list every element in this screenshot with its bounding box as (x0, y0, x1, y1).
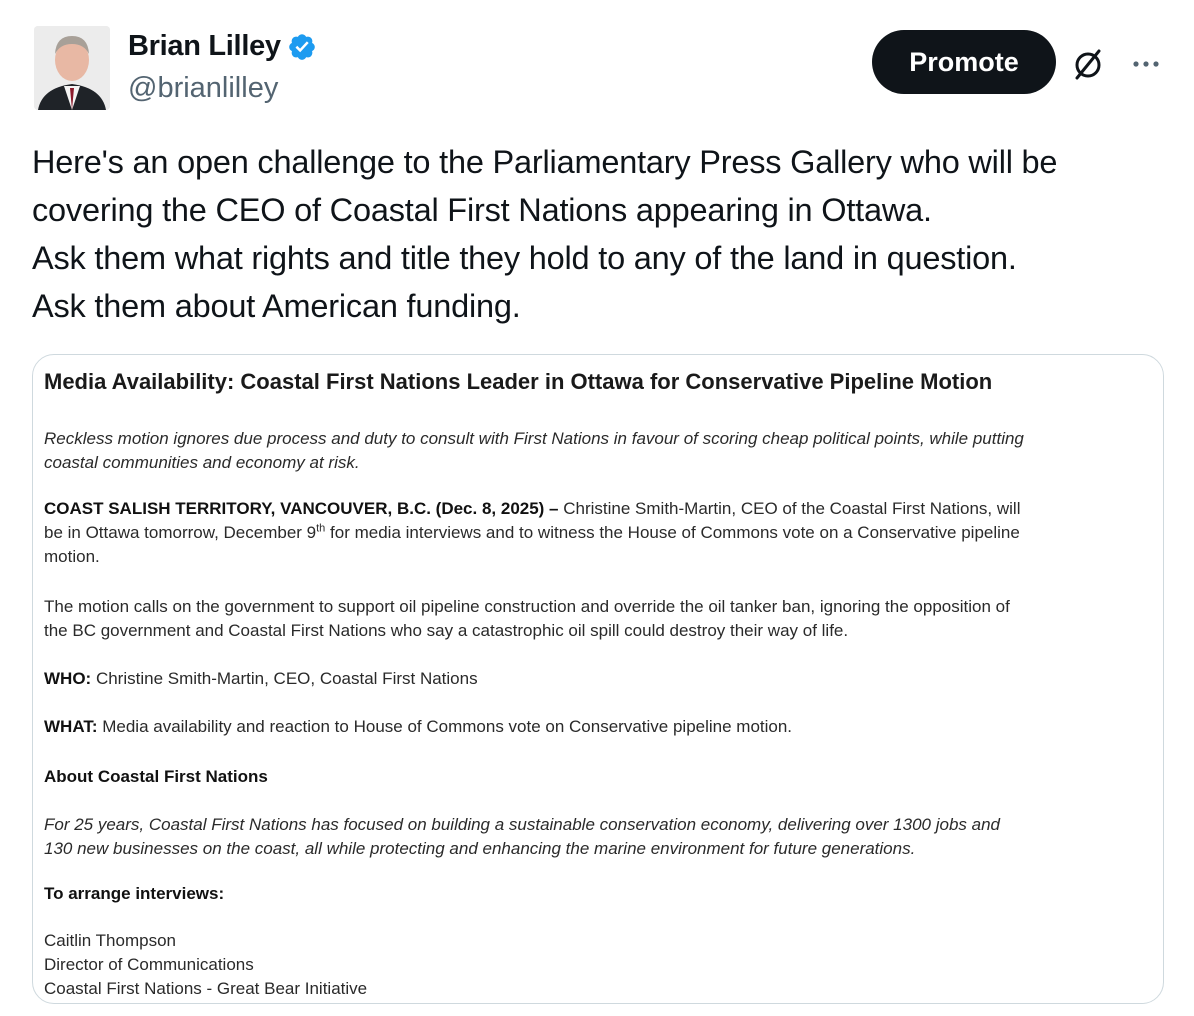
avatar[interactable] (34, 26, 110, 110)
author-handle[interactable]: @brianlilley (128, 72, 278, 105)
avatar-image (34, 26, 110, 110)
tweet-line: Ask them what rights and title they hold… (32, 240, 1017, 276)
tweet-line: Here's an open challenge to the Parliame… (32, 144, 1058, 180)
dateline-bold: COAST SALISH TERRITORY, VANCOUVER, B.C. … (44, 499, 559, 518)
about-heading: About Coastal First Nations (44, 767, 268, 786)
about-line: 130 new businesses on the coast, all whi… (44, 839, 916, 858)
arrange-heading: To arrange interviews: (44, 884, 225, 903)
contact-line: Coastal First Nations - Great Bear Initi… (44, 979, 368, 998)
subtitle-line: coastal communities and economy at risk. (44, 453, 360, 472)
dateline-superscript: th (316, 522, 326, 535)
about-line: For 25 years, Coastal First Nations has … (44, 815, 1001, 834)
tweet-media-image[interactable]: Media Availability: Coastal First Nation… (32, 354, 1164, 1004)
who-value: Christine Smith-Martin, CEO, Coastal Fir… (91, 669, 478, 688)
document-who: WHO: Christine Smith-Martin, CEO, Coasta… (44, 667, 478, 691)
tweet-line: Ask them about American funding. (32, 288, 521, 324)
dateline-text: motion. (44, 547, 100, 566)
tweet-text: Here's an open challenge to the Parliame… (32, 138, 1172, 330)
what-value: Media availability and reaction to House… (97, 717, 793, 736)
contact-line: Caitlin Thompson (44, 931, 176, 950)
motion-line: the BC government and Coastal First Nati… (44, 621, 849, 640)
promote-button[interactable]: Promote (872, 30, 1056, 94)
more-dots-icon[interactable] (1126, 44, 1166, 84)
dateline-text: for media interviews and to witness the … (325, 523, 1020, 542)
author-name-row: Brian Lilley (128, 30, 317, 63)
document-motion-paragraph: The motion calls on the government to su… (44, 595, 1010, 643)
dateline-text: be in Ottawa tomorrow, December 9 (44, 523, 317, 542)
document-subtitle: Reckless motion ignores due process and … (44, 427, 1024, 475)
dateline-text: Christine Smith-Martin, CEO of the Coast… (558, 499, 1021, 518)
document-about-paragraph: For 25 years, Coastal First Nations has … (44, 813, 1000, 861)
tweet-line: covering the CEO of Coastal First Nation… (32, 192, 932, 228)
subtitle-line: Reckless motion ignores due process and … (44, 429, 1024, 448)
document-what: WHAT: Media availability and reaction to… (44, 715, 792, 739)
motion-line: The motion calls on the government to su… (44, 597, 1010, 616)
author-name[interactable]: Brian Lilley (128, 30, 281, 63)
what-label: WHAT: (44, 717, 98, 736)
verified-badge-icon[interactable] (287, 32, 317, 62)
contact-line: Director of Communications (44, 955, 254, 974)
document-title: Media Availability: Coastal First Nation… (44, 369, 993, 394)
document-dateline: COAST SALISH TERRITORY, VANCOUVER, B.C. … (44, 497, 1020, 569)
slashed-circle-icon[interactable] (1068, 44, 1108, 84)
who-label: WHO: (44, 669, 92, 688)
document-contact: Caitlin Thompson Director of Communicati… (44, 929, 367, 1001)
